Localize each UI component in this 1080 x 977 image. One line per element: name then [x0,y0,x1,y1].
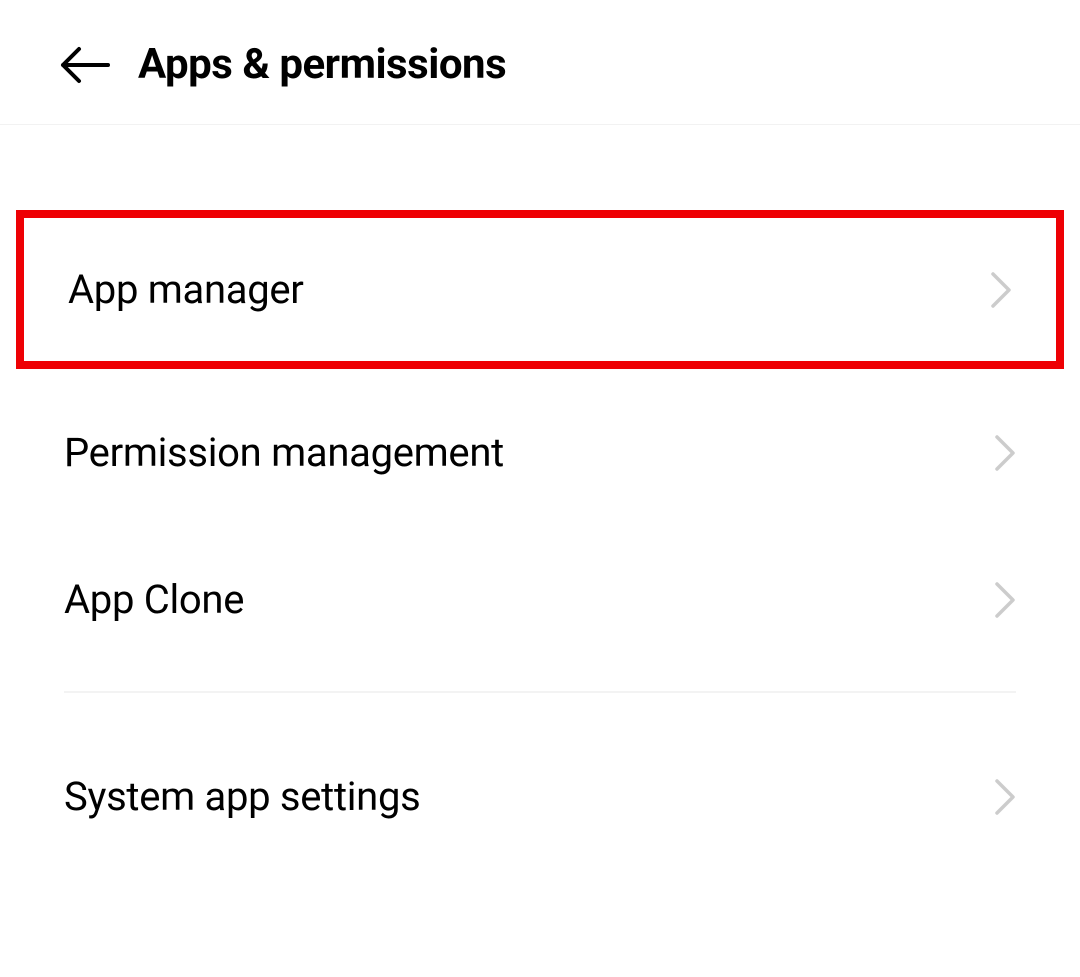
page-title: Apps & permissions [138,40,506,89]
list-item-app-clone[interactable]: App Clone [0,526,1080,673]
chevron-right-icon [994,581,1016,619]
list-item-system-app-settings[interactable]: System app settings [0,723,1080,870]
chevron-right-icon [994,778,1016,816]
list-item-label: App Clone [64,576,244,623]
list-item-permission-management[interactable]: Permission management [0,379,1080,526]
list-item-label: System app settings [64,773,420,820]
list-item-label: Permission management [64,429,504,476]
list-item-app-manager[interactable]: App manager [16,210,1064,369]
back-arrow-icon[interactable] [60,46,110,84]
chevron-right-icon [990,271,1012,309]
section-divider [64,691,1016,693]
chevron-right-icon [994,434,1016,472]
settings-list: App manager Permission management App Cl… [0,125,1080,870]
header: Apps & permissions [0,0,1080,125]
list-item-label: App manager [68,266,304,313]
